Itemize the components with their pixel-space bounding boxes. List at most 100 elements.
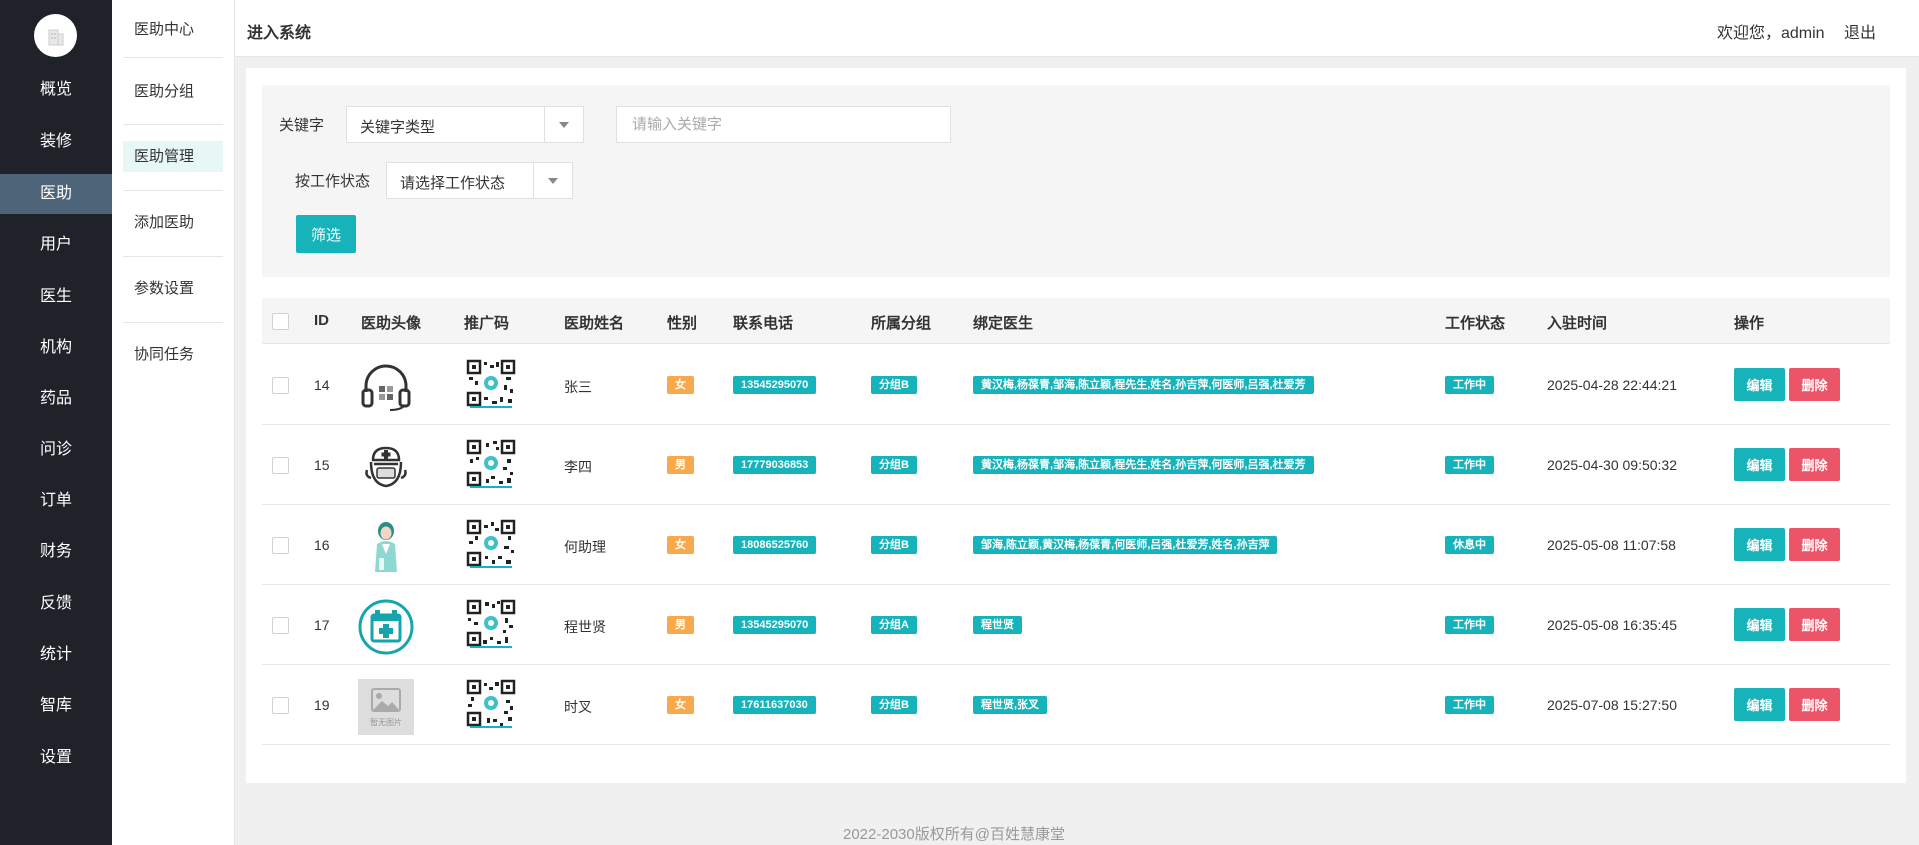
col-doctors: 绑定医生	[973, 315, 1034, 332]
female-doctor-avatar-icon	[358, 519, 414, 575]
row-checkbox[interactable]	[272, 697, 289, 714]
nav-item-settings[interactable]: 设置	[0, 738, 112, 778]
qr-code-icon	[466, 359, 516, 409]
nav-item-decoration[interactable]: 装修	[0, 122, 112, 162]
qr-code-icon	[466, 599, 516, 649]
qr-code-icon	[466, 519, 516, 569]
col-promo-code: 推广码	[464, 315, 510, 332]
secondary-sidebar: 医助中心 医助分组 医助管理 添加医助 参数设置 协同任务	[112, 0, 235, 845]
row-id: 15	[314, 457, 330, 473]
status-badge: 工作中	[1445, 696, 1494, 714]
filter-panel: 关键字 关键字类型 按工作状态 请选择工作状态 筛选	[262, 85, 1890, 277]
edit-button[interactable]: 编辑	[1734, 528, 1785, 561]
row-name: 李四	[564, 459, 592, 475]
top-header: 进入系统 欢迎您，admin 退出	[235, 0, 1919, 57]
select-all-checkbox[interactable]	[272, 313, 289, 330]
group-badge: 分组B	[871, 456, 917, 474]
row-join-time: 2025-04-28 22:44:21	[1547, 377, 1677, 393]
row-id: 16	[314, 537, 330, 553]
delete-button[interactable]: 删除	[1789, 608, 1840, 641]
status-label: 按工作状态	[295, 173, 371, 190]
col-group: 所属分组	[871, 315, 932, 332]
building-icon	[48, 29, 63, 45]
logout-link[interactable]: 退出	[1844, 19, 1876, 43]
nav-item-statistics[interactable]: 统计	[0, 635, 112, 675]
row-join-time: 2025-04-30 09:50:32	[1547, 457, 1677, 473]
keyword-type-select[interactable]: 关键字类型	[346, 106, 584, 143]
nurse-avatar-icon	[358, 439, 414, 495]
nav-item-knowledge[interactable]: 智库	[0, 686, 112, 726]
edit-button[interactable]: 编辑	[1734, 448, 1785, 481]
delete-button[interactable]: 删除	[1789, 528, 1840, 561]
table-row: 15 李四 男 17779036853 分组B 黄汉梅,杨葆青,邹海,陈立颖,程…	[262, 425, 1890, 505]
subnav-add-assistant[interactable]: 添加医助	[123, 207, 223, 238]
group-badge: 分组B	[871, 376, 917, 394]
nav-item-medicine[interactable]: 药品	[0, 379, 112, 419]
edit-button[interactable]: 编辑	[1734, 608, 1785, 641]
chevron-down-icon	[544, 107, 583, 142]
subnav-collab-task[interactable]: 协同任务	[123, 339, 223, 370]
nav-item-assistant[interactable]: 医助	[0, 174, 112, 214]
nav-item-finance[interactable]: 财务	[0, 532, 112, 572]
nav-item-user[interactable]: 用户	[0, 225, 112, 265]
subnav-parameter-settings[interactable]: 参数设置	[123, 273, 223, 304]
copyright-footer: 2022-2030版权所有@百姓慧康堂	[843, 826, 1065, 843]
nav-item-institution[interactable]: 机构	[0, 328, 112, 368]
divider	[123, 256, 223, 257]
nav-item-consultation[interactable]: 问诊	[0, 430, 112, 470]
divider	[123, 124, 223, 125]
subnav-assistant-center[interactable]: 医助中心	[123, 14, 223, 45]
col-status: 工作状态	[1445, 315, 1506, 332]
edit-button[interactable]: 编辑	[1734, 368, 1785, 401]
row-id: 19	[314, 697, 330, 713]
gender-badge: 女	[667, 696, 694, 714]
doctors-badge: 程世贤,张叉	[973, 696, 1048, 714]
nav-item-overview[interactable]: 概览	[0, 70, 112, 110]
col-gender: 性别	[667, 315, 698, 332]
table-row: 19 暂无图片 时叉 女 17611637030 分组B 程世贤,张叉 工作中 …	[262, 665, 1890, 745]
hospital-avatar-icon	[358, 599, 414, 655]
phone-badge: 13545295070	[733, 616, 817, 634]
col-avatar: 医助头像	[361, 315, 422, 332]
delete-button[interactable]: 删除	[1789, 368, 1840, 401]
keyword-input[interactable]	[616, 106, 951, 143]
subnav-assistant-group[interactable]: 医助分组	[123, 76, 223, 107]
row-checkbox[interactable]	[272, 617, 289, 634]
qr-code-icon	[466, 679, 516, 729]
edit-button[interactable]: 编辑	[1734, 688, 1785, 721]
phone-badge: 17779036853	[733, 456, 817, 474]
row-name: 何助理	[564, 539, 606, 555]
row-join-time: 2025-07-08 15:27:50	[1547, 697, 1677, 713]
nav-item-doctor[interactable]: 医生	[0, 277, 112, 317]
subnav-assistant-manage[interactable]: 医助管理	[123, 141, 223, 172]
row-id: 14	[314, 377, 330, 393]
doctors-badge: 邹海,陈立颖,黄汉梅,杨葆青,何医师,吕强,杜爱芳,姓名,孙吉萍	[973, 536, 1278, 554]
status-badge: 工作中	[1445, 616, 1494, 634]
no-image-text: 暂无图片	[370, 717, 402, 727]
welcome-text: 欢迎您，admin	[1717, 25, 1825, 42]
doctors-badge: 程世贤	[973, 616, 1022, 634]
headset-avatar-icon	[358, 359, 414, 415]
row-checkbox[interactable]	[272, 377, 289, 394]
logo[interactable]	[34, 14, 77, 57]
row-checkbox[interactable]	[272, 537, 289, 554]
keyword-type-value: 关键字类型	[360, 119, 436, 136]
divider	[123, 190, 223, 191]
row-checkbox[interactable]	[272, 457, 289, 474]
filter-button[interactable]: 筛选	[296, 215, 356, 253]
status-badge: 休息中	[1445, 536, 1494, 554]
delete-button[interactable]: 删除	[1789, 688, 1840, 721]
nav-item-feedback[interactable]: 反馈	[0, 584, 112, 624]
nav-item-order[interactable]: 订单	[0, 481, 112, 521]
table-row: 14 张三 女 13545295070 分组B 黄汉梅,杨葆青,邹海,陈立颖,程…	[262, 345, 1890, 425]
table-row: 17 程世贤 男 13545295070 分组A 程世贤 工作中 2025-05…	[262, 585, 1890, 665]
row-name: 张三	[564, 379, 592, 395]
page-title: 进入系统	[247, 25, 312, 42]
table-row: 16 何助理 女 18086525760 分组B 邹海,陈立颖,黄汉梅,杨葆青,…	[262, 505, 1890, 585]
gender-badge: 女	[667, 536, 694, 554]
phone-badge: 18086525760	[733, 536, 817, 554]
status-select[interactable]: 请选择工作状态	[386, 162, 573, 199]
delete-button[interactable]: 删除	[1789, 448, 1840, 481]
col-phone: 联系电话	[733, 315, 794, 332]
no-image-placeholder-icon: 暂无图片	[358, 679, 414, 735]
